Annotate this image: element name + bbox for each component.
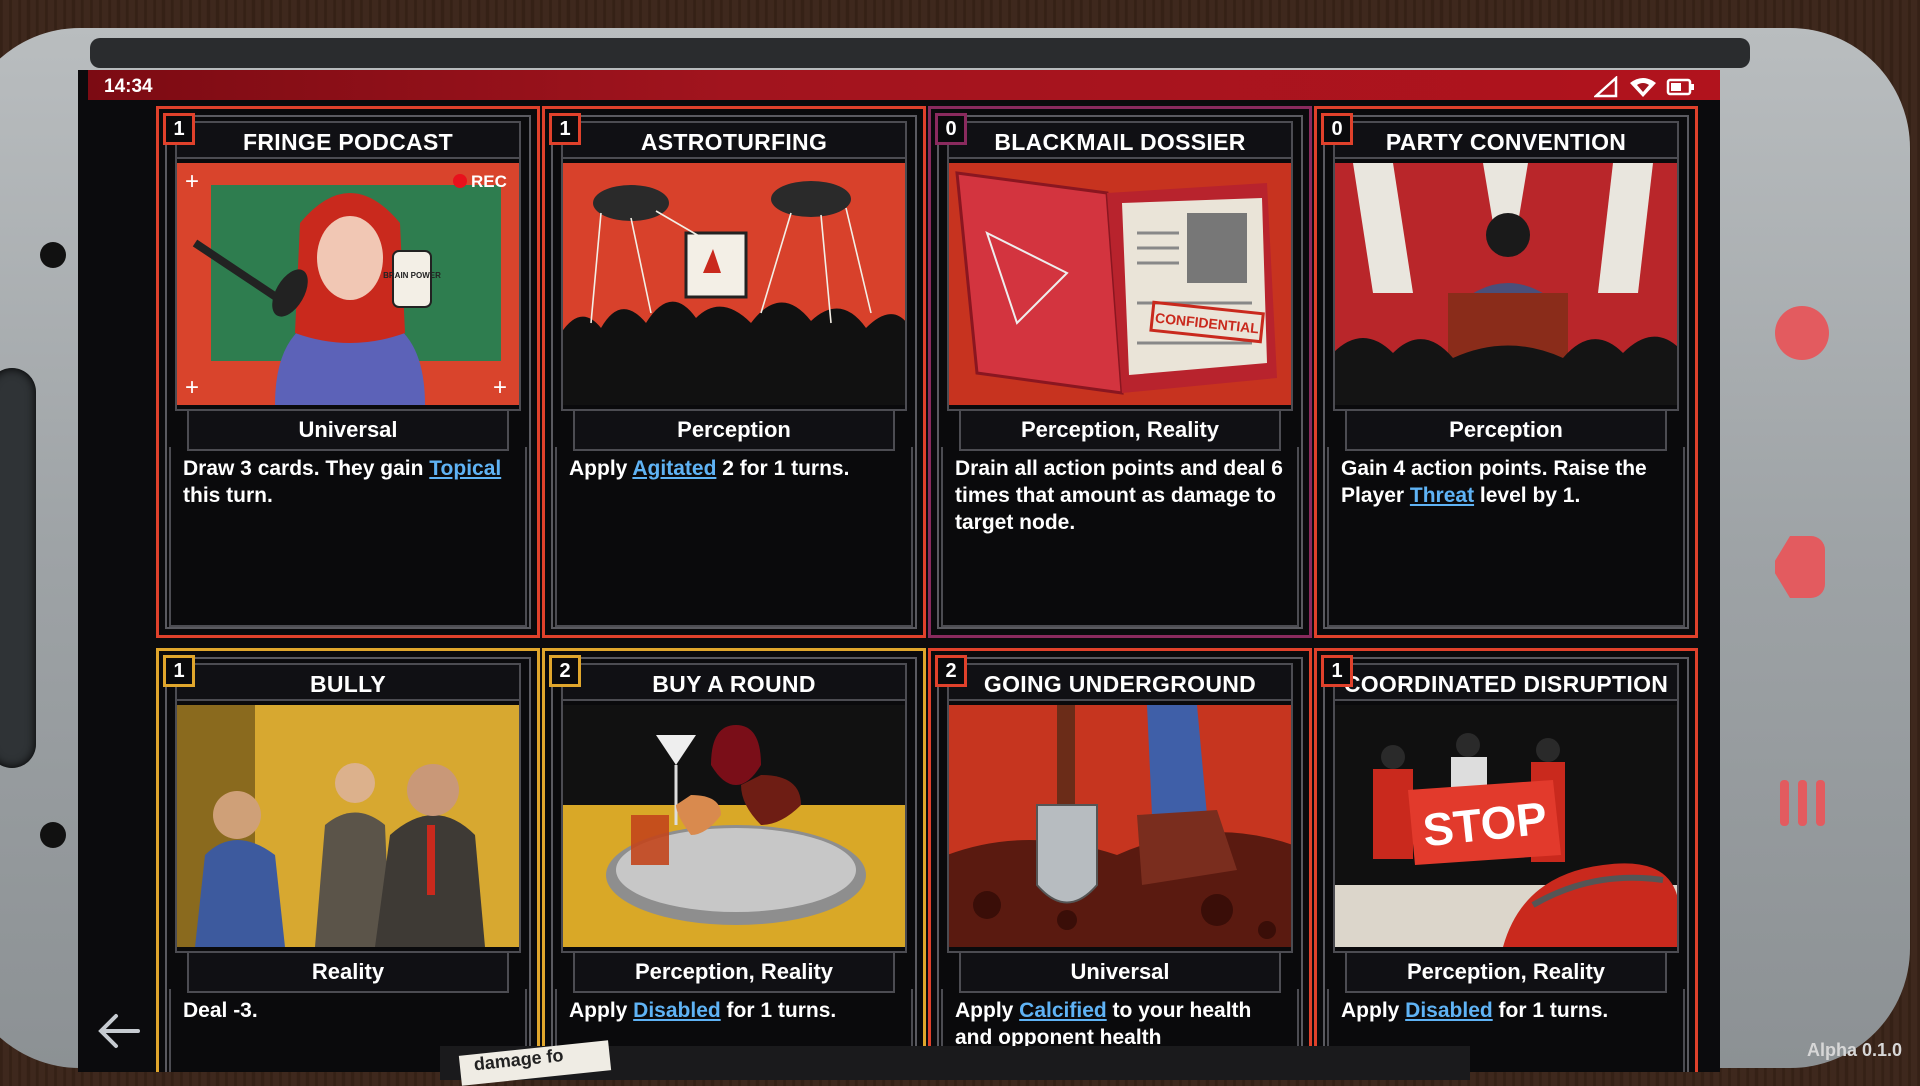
card-tags: Reality	[187, 951, 509, 993]
desc-text: Draw 3 cards. They gain	[183, 457, 430, 480]
desc-text: Apply	[1341, 999, 1406, 1022]
card-going-underground[interactable]: 2 GOING UNDERGROUND Universal Apply Calc…	[928, 648, 1312, 1072]
card-tags: Perception, Reality	[573, 951, 895, 993]
svg-text:REC: REC	[471, 172, 507, 191]
card-art	[561, 163, 907, 405]
card-coordinated-disruption[interactable]: 1 COORDINATED DISRUPTION STOP Perception…	[1314, 648, 1698, 1072]
svg-text:+: +	[185, 374, 199, 401]
table-card-peek: damage fo	[440, 1040, 1470, 1086]
card-description: Drain all action points and deal 6 times…	[955, 455, 1285, 536]
card-astroturfing[interactable]: 1 ASTROTURFING Perception Apply Agitated…	[542, 106, 926, 638]
version-label: Alpha 0.1.0	[1806, 1040, 1902, 1060]
peek-card-text: damage fo	[458, 1040, 612, 1086]
card-title: BLACKMAIL DOSSIER	[947, 121, 1293, 159]
card-bully[interactable]: 1 BULLY Reality Deal -3.	[156, 648, 540, 1072]
phone-top-edge	[90, 38, 1750, 68]
status-bar: 14:34	[88, 70, 1720, 100]
card-cost: 1	[163, 655, 195, 687]
card-tags: Perception	[1345, 409, 1667, 451]
card-title: COORDINATED DISRUPTION	[1333, 663, 1679, 701]
keyword-link[interactable]: Disabled	[1405, 999, 1493, 1022]
card-art	[1333, 163, 1679, 405]
status-time: 14:34	[104, 76, 153, 97]
card-title: BULLY	[175, 663, 521, 701]
keyword-link[interactable]: Agitated	[632, 457, 716, 480]
phone-speaker	[0, 368, 36, 768]
card-art: CONFIDENTIAL	[947, 163, 1293, 405]
desc-text: this turn.	[183, 484, 273, 507]
card-buy-a-round[interactable]: 2 BUY A ROUND Perception, Reality Apply …	[542, 648, 926, 1072]
card-art	[947, 705, 1293, 947]
card-cost: 1	[549, 113, 581, 145]
card-blackmail-dossier[interactable]: 0 BLACKMAIL DOSSIER CONFIDENTIAL Percept…	[928, 106, 1312, 638]
card-art: STOP	[1333, 705, 1679, 947]
desc-text: Deal -3.	[183, 999, 258, 1022]
card-tags: Universal	[959, 951, 1281, 993]
desc-text: Apply	[569, 457, 633, 480]
camera-dot	[40, 242, 66, 268]
card-title: GOING UNDERGROUND	[947, 663, 1293, 701]
card-tags: Universal	[187, 409, 509, 451]
back-arrow-icon[interactable]	[94, 1006, 144, 1065]
signal-icon	[1592, 75, 1620, 103]
battery-icon	[1666, 77, 1696, 102]
card-description: Apply Disabled for 1 turns.	[1341, 997, 1671, 1024]
card-title: PARTY CONVENTION	[1333, 121, 1679, 159]
card-cost: 0	[1321, 113, 1353, 145]
keyword-link[interactable]: Topical	[429, 457, 501, 480]
desc-text: for 1 turns.	[1492, 999, 1609, 1022]
phone-menu-button[interactable]	[1772, 780, 1832, 826]
card-cost: 0	[935, 113, 967, 145]
keyword-link[interactable]: Calcified	[1019, 999, 1107, 1022]
keyword-link[interactable]: Threat	[1410, 484, 1474, 507]
card-fringe-podcast[interactable]: 1 FRINGE PODCAST BRAIN POWER REC + + + U…	[156, 106, 540, 638]
card-art: BRAIN POWER REC + + +	[175, 163, 521, 405]
svg-text:BRAIN POWER: BRAIN POWER	[383, 271, 441, 280]
card-tags: Perception, Reality	[959, 409, 1281, 451]
desc-text: Apply	[569, 999, 634, 1022]
card-tags: Perception, Reality	[1345, 951, 1667, 993]
card-title: FRINGE PODCAST	[175, 121, 521, 159]
card-cost: 2	[935, 655, 967, 687]
phone-home-button[interactable]	[1775, 536, 1825, 598]
card-description: Apply Disabled for 1 turns.	[569, 997, 899, 1024]
card-art	[175, 705, 521, 947]
card-description: Draw 3 cards. They gain Topical this tur…	[183, 455, 513, 509]
card-cost: 1	[163, 113, 195, 145]
card-description: Apply Agitated 2 for 1 turns.	[569, 455, 899, 482]
desc-text: 2 for 1 turns.	[716, 457, 850, 480]
card-description: Deal -3.	[183, 997, 513, 1024]
desc-text: level by 1.	[1474, 484, 1581, 507]
svg-text:+: +	[185, 168, 199, 195]
phone-screen: 14:34 1 FRINGE PODCAST BRAIN POWER REC +…	[78, 70, 1720, 1072]
wifi-icon	[1628, 76, 1658, 103]
desc-text: for 1 turns.	[720, 999, 837, 1022]
card-title: BUY A ROUND	[561, 663, 907, 701]
desc-text: Drain all action points and deal 6 times…	[955, 457, 1283, 534]
card-title: ASTROTURFING	[561, 121, 907, 159]
card-cost: 1	[1321, 655, 1353, 687]
card-cost: 2	[549, 655, 581, 687]
phone-round-button[interactable]	[1775, 306, 1829, 360]
desc-text: Apply	[955, 999, 1020, 1022]
card-tags: Perception	[573, 409, 895, 451]
card-description: Apply Calcified to your health and oppon…	[955, 997, 1285, 1051]
card-party-convention[interactable]: 0 PARTY CONVENTION Perception Gain 4 act…	[1314, 106, 1698, 638]
keyword-link[interactable]: Disabled	[633, 999, 721, 1022]
svg-text:+: +	[493, 374, 507, 401]
sensor-dot	[40, 822, 66, 848]
phone-frame: 14:34 1 FRINGE PODCAST BRAIN POWER REC +…	[0, 28, 1910, 1072]
card-description: Gain 4 action points. Raise the Player T…	[1341, 455, 1671, 509]
card-art	[561, 705, 907, 947]
